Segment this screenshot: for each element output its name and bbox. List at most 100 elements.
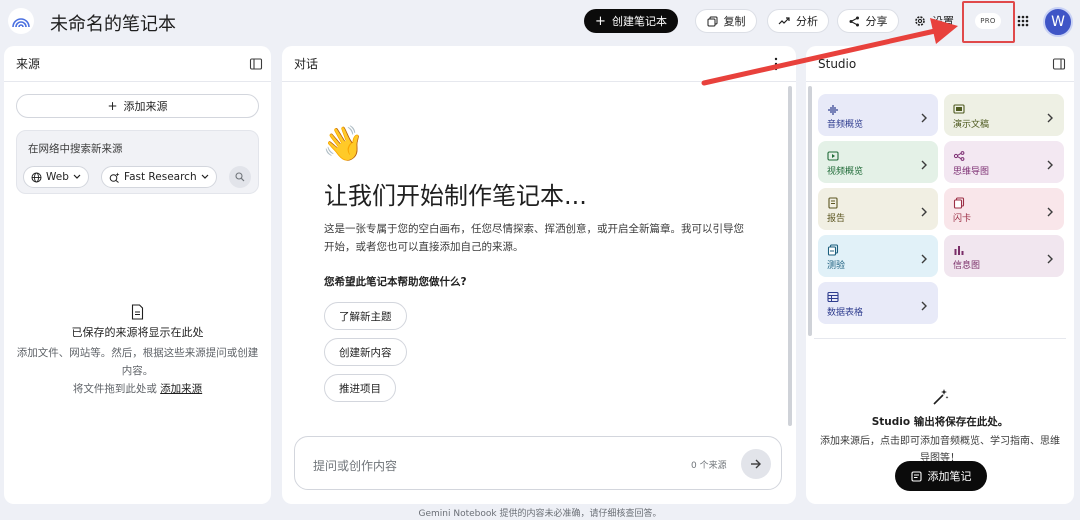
research-chip-label: Fast Research: [124, 171, 197, 183]
share-button[interactable]: 分享: [837, 9, 899, 33]
studio-divider: [814, 338, 1066, 339]
disclaimer-footer: Gemini Notebook 提供的内容未必准确，请仔细核查回答。: [418, 509, 662, 519]
gear-icon: [915, 16, 925, 26]
chat-header: 对话: [282, 46, 796, 82]
sources-header: 来源: [4, 46, 271, 82]
add-source-button[interactable]: + 添加来源: [16, 94, 259, 118]
chat-input-box[interactable]: 提问或创作内容 0 个来源: [294, 436, 782, 490]
studio-tile-label: 闪卡: [953, 214, 972, 224]
share-icon: [849, 16, 859, 26]
waving-hand-icon: 👋: [322, 124, 365, 164]
studio-tile-quiz[interactable]: 测验: [818, 235, 938, 277]
settings-button[interactable]: 设置: [908, 9, 960, 33]
research-mode-dropdown[interactable]: Fast Research: [101, 166, 217, 188]
add-source-link[interactable]: 添加来源: [160, 383, 202, 395]
studio-tile-flashcard[interactable]: 闪卡: [944, 188, 1064, 230]
chat-question: 您希望此笔记本帮助您做什么?: [324, 276, 467, 288]
analyze-button[interactable]: 分析: [767, 9, 829, 33]
studio-tile-report[interactable]: 报告: [818, 188, 938, 230]
arrow-right-icon: [751, 459, 761, 469]
slides-icon: [953, 100, 965, 114]
studio-tile-label: 视频概览: [827, 167, 864, 177]
studio-panel: Studio 音频概览 演示文稿视频概览 思维导图报告 闪卡测验 信息图数据表格 Stu…: [806, 46, 1074, 504]
research-sparkle-icon: [109, 172, 120, 183]
magic-wand-icon: [933, 389, 949, 405]
chevron-down-icon: [73, 174, 81, 179]
video-icon: [827, 147, 839, 161]
sources-empty-title: 已保存的来源将显示在此处: [71, 326, 204, 339]
collapse-panel-icon[interactable]: [249, 57, 263, 71]
chat-title: 对话: [294, 57, 319, 71]
sources-title: 来源: [16, 57, 41, 71]
web-search-input[interactable]: 在网络中搜索新来源: [28, 141, 123, 156]
studio-header: Studio: [806, 46, 1074, 82]
studio-tile-mindmap[interactable]: 思维导图: [944, 141, 1064, 183]
copy-icon: [707, 16, 717, 26]
apps-grid-icon[interactable]: [1017, 15, 1029, 27]
chat-scrollbar[interactable]: [788, 86, 792, 426]
chevron-down-icon: [201, 174, 209, 179]
studio-tile-slides[interactable]: 演示文稿: [944, 94, 1064, 136]
collapse-panel-icon[interactable]: [1052, 57, 1066, 71]
search-submit-button[interactable]: [229, 166, 251, 188]
document-icon: [131, 304, 144, 320]
add-note-button[interactable]: 添加笔记: [895, 461, 987, 491]
studio-tile-label: 数据表格: [827, 308, 864, 318]
source-count: 0 个来源: [691, 461, 727, 471]
studio-empty-title: Studio 输出将保存在此处。: [871, 416, 1009, 428]
avatar[interactable]: W: [1043, 7, 1073, 37]
add-source-label: 添加来源: [123, 100, 168, 113]
plus-icon: +: [595, 13, 606, 29]
analyze-label: 分析: [796, 15, 818, 28]
studio-tile-label: 报告: [827, 214, 846, 224]
table-icon: [827, 288, 839, 303]
create-notebook-button[interactable]: + 创建笔记本: [584, 9, 678, 33]
chat-welcome-heading: 让我们开始制作笔记本...: [324, 182, 587, 210]
chevron-right-icon: [1046, 109, 1054, 123]
notebook-logo[interactable]: [8, 8, 34, 34]
top-bar: 未命名的笔记本 + 创建笔记本 复制 分析 分享 设置 PRO W: [0, 0, 1080, 44]
chevron-right-icon: [1046, 156, 1054, 170]
chevron-right-icon: [920, 297, 928, 311]
sources-panel: 来源 + 添加来源 在网络中搜索新来源 Web Fast Research 已保…: [4, 46, 271, 504]
infographic-icon: [953, 241, 965, 255]
more-vert-icon[interactable]: [774, 57, 778, 71]
studio-tile-video[interactable]: 视频概览: [818, 141, 938, 183]
logo-icon: [12, 18, 30, 28]
plus-icon: +: [107, 99, 118, 113]
web-chip-label: Web: [46, 171, 69, 183]
suggestion-create-content[interactable]: 创建新内容: [324, 338, 407, 366]
studio-tile-infographic[interactable]: 信息图: [944, 235, 1064, 277]
chevron-right-icon: [920, 156, 928, 170]
suggestion-learn-topic[interactable]: 了解新主题: [324, 302, 407, 330]
search-icon: [235, 172, 245, 182]
chat-panel: 对话 👋 让我们开始制作笔记本... 这是一张专属于您的空白画布，任您尽情探索、…: [282, 46, 796, 504]
sources-empty-desc: 添加文件、网站等。然后，根据这些来源提问或创建内容。: [16, 347, 259, 377]
studio-tile-label: 思维导图: [953, 167, 990, 177]
chevron-right-icon: [1046, 203, 1054, 217]
send-button[interactable]: [741, 449, 771, 479]
globe-icon: [31, 172, 42, 182]
chat-welcome-description: 这是一张专属于您的空白画布，任您尽情探索、挥洒创意，或开启全新篇章。我可以引导您…: [324, 223, 744, 253]
create-notebook-label: 创建笔记本: [611, 15, 667, 28]
studio-tile-audio[interactable]: 音频概览: [818, 94, 938, 136]
mindmap-icon: [953, 147, 965, 161]
chevron-right-icon: [920, 109, 928, 123]
pro-badge[interactable]: PRO: [975, 13, 1001, 29]
trend-icon: [778, 17, 790, 25]
settings-label: 设置: [932, 15, 954, 28]
studio-tile-label: 信息图: [953, 261, 981, 271]
drag-hint: 将文件拖到此处或: [72, 383, 157, 395]
web-source-dropdown[interactable]: Web: [23, 166, 89, 188]
share-label: 分享: [865, 15, 888, 28]
chat-input[interactable]: 提问或创作内容: [313, 457, 397, 474]
studio-tile-label: 演示文稿: [953, 120, 990, 130]
quiz-icon: [827, 241, 839, 256]
notebook-title[interactable]: 未命名的笔记本: [50, 10, 176, 36]
suggestion-advance-project[interactable]: 推进项目: [324, 374, 396, 402]
copy-button[interactable]: 复制: [695, 9, 757, 33]
studio-empty-state: Studio 输出将保存在此处。 添加来源后，点击即可添加音频概览、学习指南、思…: [806, 388, 1074, 467]
studio-tile-label: 测验: [827, 261, 846, 271]
studio-tile-table[interactable]: 数据表格: [818, 282, 938, 324]
copy-label: 复制: [723, 15, 746, 28]
